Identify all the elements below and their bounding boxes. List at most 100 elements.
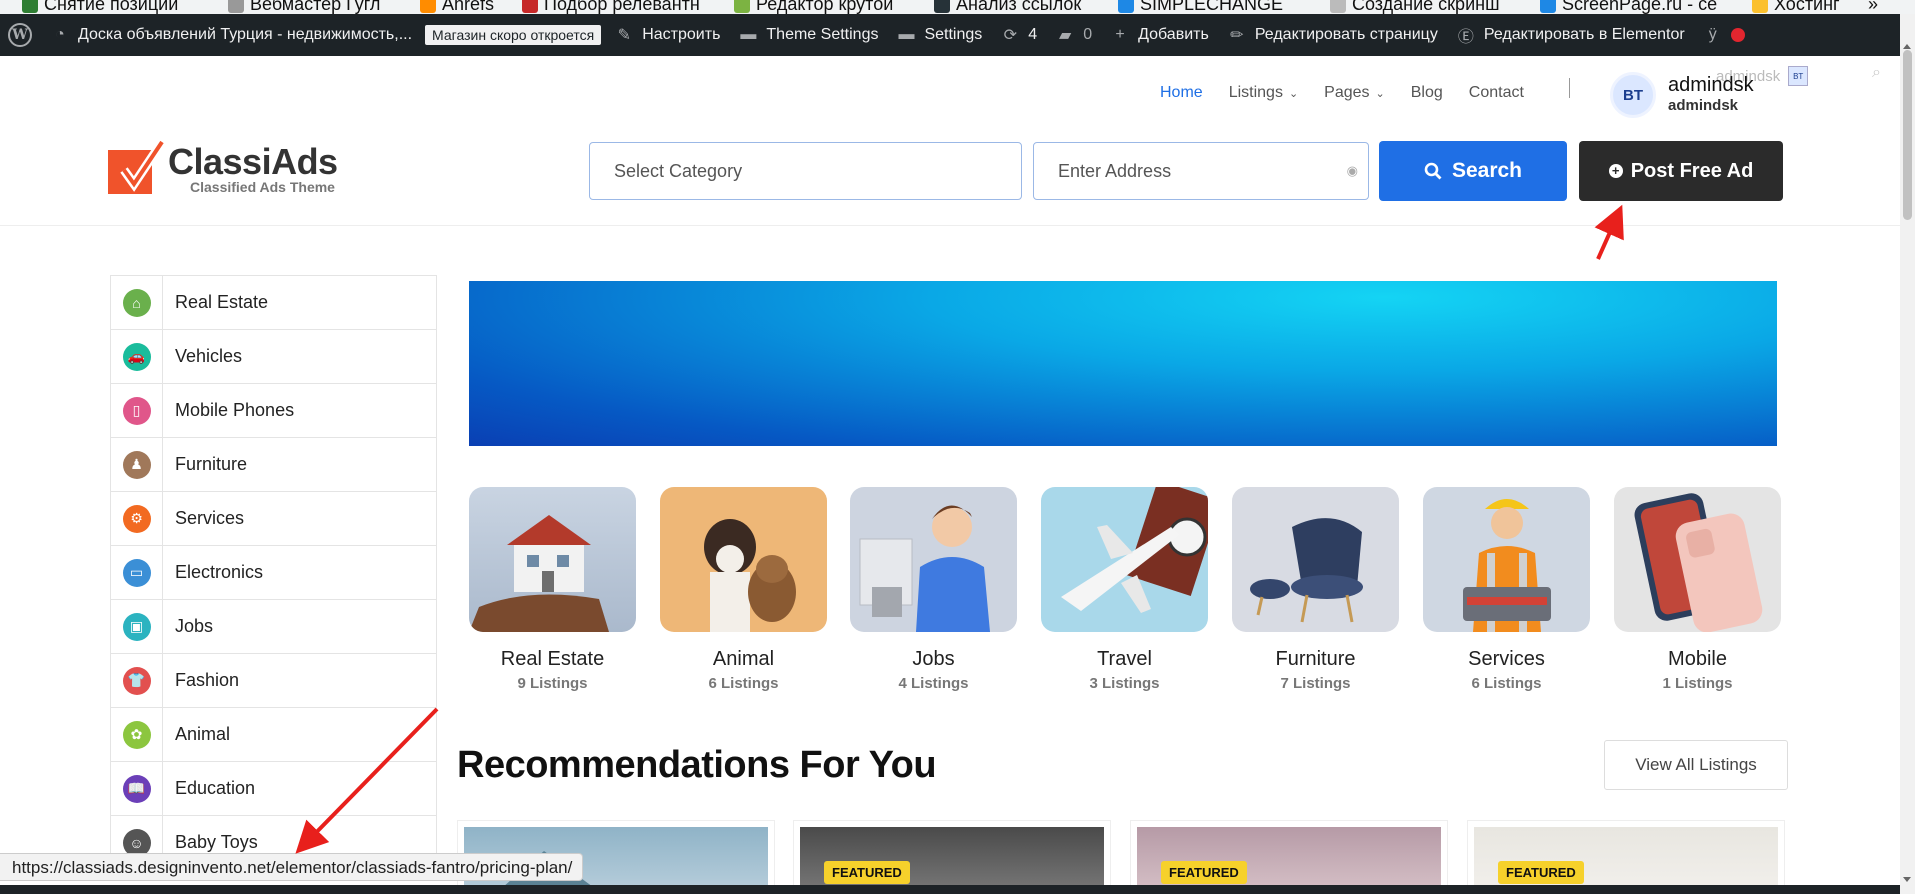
sidebar-item-furniture[interactable]: ♟ Furniture <box>111 438 436 492</box>
bookmark-label: Вебмастер Гугл <box>250 0 381 14</box>
sidebar-item-label: Electronics <box>175 562 264 582</box>
paw-icon: ✿ <box>122 720 151 749</box>
phone-icon: ▯ <box>122 396 151 425</box>
search-icon[interactable]: ⌕ <box>1872 64 1881 82</box>
search-button[interactable]: Search <box>1379 141 1567 201</box>
mobile-image <box>1614 487 1781 632</box>
nav-home-label: Home <box>1160 84 1203 101</box>
location-pin-icon: ◉ <box>1346 163 1358 178</box>
nav-listings[interactable]: Listings ⌄ <box>1229 84 1298 102</box>
listing-image: FEATURED <box>1137 827 1441 894</box>
dashboard-icon: ◔ <box>55 26 65 43</box>
header-divider <box>0 225 1900 226</box>
settings-link[interactable]: ▬ Settings <box>887 14 991 56</box>
store-coming-soon-badge[interactable]: Магазин скоро откроется <box>421 14 605 56</box>
featured-badge: FEATURED <box>1498 861 1584 884</box>
sidebar-item-animal[interactable]: ✿ Animal <box>111 708 436 762</box>
logo-tagline: Classified Ads Theme <box>190 179 335 195</box>
sidebar-icon-cell: ⚙ <box>111 492 163 545</box>
bookmark-item[interactable]: Создание скринш <box>1330 0 1500 14</box>
bookmark-item[interactable]: Анализ ссылок <box>934 0 1081 14</box>
category-select[interactable]: Select Category <box>589 142 1022 200</box>
site-logo[interactable]: ClassiAds Classified Ads Theme <box>108 140 338 195</box>
bookmark-label: ScreenPage.ru - се <box>1562 0 1718 14</box>
sidebar-item-vehicles[interactable]: 🚗 Vehicles <box>111 330 436 384</box>
sidebar-item-education[interactable]: 📖 Education <box>111 762 436 816</box>
add-new-menu[interactable]: + Добавить <box>1101 14 1218 56</box>
category-card-real-estate[interactable]: Real Estate 9 Listings <box>469 487 636 692</box>
nav-blog[interactable]: Blog <box>1411 84 1443 102</box>
nav-contact[interactable]: Contact <box>1469 84 1524 102</box>
sidebar-item-mobile-phones[interactable]: ▯ Mobile Phones <box>111 384 436 438</box>
search-icon <box>1424 162 1442 180</box>
category-card-travel[interactable]: Travel 3 Listings <box>1041 487 1208 692</box>
bookmark-icon <box>522 0 538 13</box>
address-input[interactable]: Enter Address ◉ <box>1033 142 1369 200</box>
bookmark-item[interactable]: Вебмастер Гугл <box>228 0 380 14</box>
page-scrollbar[interactable] <box>1900 14 1915 894</box>
user-subname: admindsk <box>1668 97 1739 114</box>
book-icon: 📖 <box>122 774 151 803</box>
sidebar-item-label: Mobile Phones <box>175 400 295 420</box>
bookmark-item[interactable]: Снятие позиций <box>22 0 178 14</box>
nav-pages[interactable]: Pages ⌄ <box>1324 84 1385 102</box>
bookmark-item[interactable]: Хостинг <box>1752 0 1840 14</box>
plus-icon: + <box>1115 26 1125 43</box>
sidebar-item-jobs[interactable]: ▣ Jobs <box>111 600 436 654</box>
theme-settings-label: Theme Settings <box>766 26 879 43</box>
category-card-mobile[interactable]: Mobile 1 Listings <box>1614 487 1781 692</box>
category-card-services[interactable]: Services 6 Listings <box>1423 487 1590 692</box>
customize-link[interactable]: ✎ Настроить <box>605 14 729 56</box>
category-card-animal[interactable]: Animal 6 Listings <box>660 487 827 692</box>
status-bar-url: https://classiads.designinvento.net/elem… <box>0 853 584 881</box>
edit-page-link[interactable]: ✏ Редактировать страницу <box>1218 14 1447 56</box>
wp-logo-menu[interactable]: W <box>0 14 41 56</box>
category-card-jobs[interactable]: Jobs 4 Listings <box>850 487 1017 692</box>
sidebar-item-services[interactable]: ⚙ Services <box>111 492 436 546</box>
edit-elementor-link[interactable]: Ⓔ Редактировать в Elementor <box>1447 14 1694 56</box>
comments-link[interactable]: ▰ 0 <box>1046 14 1101 56</box>
yoast-menu[interactable]: ÿ <box>1694 14 1754 56</box>
user-menu[interactable]: BT admindsk admindsk <box>1610 72 1754 118</box>
bookmark-icon <box>1118 0 1134 13</box>
yoast-icon: ÿ <box>1708 26 1717 43</box>
bookmark-label: Подбор релевантн <box>544 0 700 14</box>
bookmarks-overflow-icon[interactable]: » <box>1868 0 1878 14</box>
bookmark-label: SIMPLECHANGE <box>1140 0 1284 14</box>
category-count: 6 Listings <box>708 675 779 692</box>
nav-home[interactable]: Home <box>1160 84 1203 102</box>
post-free-ad-label: Post Free Ad <box>1630 159 1754 182</box>
post-free-ad-button[interactable]: + Post Free Ad <box>1579 141 1783 201</box>
site-name-menu[interactable]: ◔ Доска объявлений Турция - недвижимость… <box>41 14 421 56</box>
sidebar-item-fashion[interactable]: 👕 Fashion <box>111 654 436 708</box>
bookmark-item[interactable]: SIMPLECHANGE <box>1118 0 1283 14</box>
updates-link[interactable]: ⟳ 4 <box>991 14 1046 56</box>
nav-divider <box>1569 78 1570 98</box>
view-all-listings-button[interactable]: View All Listings <box>1604 740 1788 790</box>
sidebar-icon-cell: 👕 <box>111 654 163 707</box>
scroll-up-arrow-icon[interactable] <box>1903 44 1911 49</box>
listing-image: FEATURED <box>800 827 1104 894</box>
sidebar-item-real-estate[interactable]: ⌂ Real Estate <box>111 276 436 330</box>
home-icon: ⌂ <box>122 288 151 317</box>
comment-icon: ▰ <box>1059 27 1072 44</box>
category-card-furniture[interactable]: Furniture 7 Listings <box>1232 487 1399 692</box>
sidebar-item-electronics[interactable]: ▭ Electronics <box>111 546 436 600</box>
theme-settings-link[interactable]: ▬ Theme Settings <box>729 14 887 56</box>
listing-card[interactable]: FEATURED <box>793 820 1111 894</box>
scroll-down-arrow-icon[interactable] <box>1903 877 1911 882</box>
bookmark-item[interactable]: ScreenPage.ru - се <box>1540 0 1717 14</box>
customize-label: Настроить <box>642 26 721 43</box>
mini-avatar: BT <box>1788 66 1809 86</box>
scrollbar-thumb[interactable] <box>1903 50 1912 220</box>
nav-blog-label: Blog <box>1410 84 1443 101</box>
bookmark-item[interactable]: Редактор крутой <box>734 0 893 14</box>
category-name: Furniture <box>1275 648 1356 670</box>
sidebar-icon-cell: ▯ <box>111 384 163 437</box>
listing-card[interactable]: FEATURED <box>1467 820 1785 894</box>
folder-icon: ▬ <box>898 26 915 43</box>
listing-card[interactable]: FEATURED <box>1130 820 1448 894</box>
sidebar-item-label: Furniture <box>175 454 248 474</box>
bookmark-item[interactable]: Подбор релевантн <box>522 0 700 14</box>
bookmark-item[interactable]: Ahrefs <box>420 0 494 14</box>
